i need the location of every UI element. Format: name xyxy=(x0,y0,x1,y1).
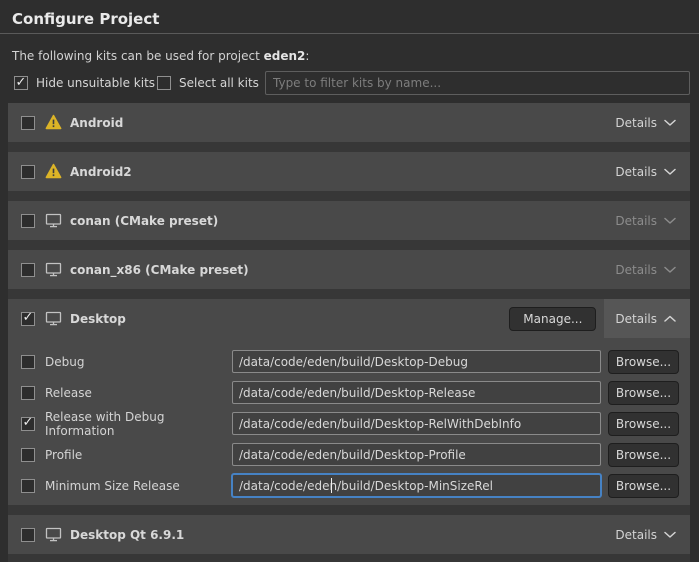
kit-row-conan[interactable]: conan (CMake preset) Details xyxy=(8,201,690,240)
config-label: Debug xyxy=(45,355,232,369)
browse-button[interactable]: Browse... xyxy=(608,443,679,467)
kit-name: Desktop Qt 6.9.1 xyxy=(70,528,184,542)
details-toggle[interactable]: Details xyxy=(604,103,690,142)
kit-section-desktop: ✓ Desktop Manage... Details Debug Browse… xyxy=(8,299,690,505)
check-icon: ✓ xyxy=(23,416,34,429)
details-toggle[interactable]: Details xyxy=(604,515,690,554)
title-divider xyxy=(0,33,699,34)
details-toggle[interactable]: Details xyxy=(604,299,690,338)
text-caret xyxy=(331,478,332,493)
kit-row-conan-x86[interactable]: conan_x86 (CMake preset) Details xyxy=(8,250,690,289)
chevron-up-icon xyxy=(664,315,676,323)
path-field-wrap xyxy=(232,350,601,373)
config-label: Release with Debug Information xyxy=(45,410,232,438)
intro-suffix: : xyxy=(305,49,309,63)
warning-icon xyxy=(45,114,62,131)
select-all-checkbox[interactable] xyxy=(157,76,171,90)
kit-checkbox[interactable] xyxy=(21,214,35,228)
config-checkbox[interactable]: ✓ xyxy=(21,417,35,431)
desktop-monitor-icon xyxy=(45,261,62,278)
kit-checkbox[interactable] xyxy=(21,165,35,179)
kit-checkbox[interactable] xyxy=(21,528,35,542)
hide-unsuitable-label: Hide unsuitable kits xyxy=(36,76,155,90)
config-row-relwithdebinfo: ✓ Release with Debug Information Browse.… xyxy=(21,412,679,435)
project-name: eden2 xyxy=(264,49,306,63)
details-label: Details xyxy=(615,116,657,130)
build-dir-input[interactable] xyxy=(232,381,601,404)
browse-button[interactable]: Browse... xyxy=(608,381,679,405)
build-dir-input[interactable] xyxy=(232,350,601,373)
chevron-down-icon xyxy=(664,266,676,274)
kit-checkbox[interactable]: ✓ xyxy=(21,312,35,326)
desktop-monitor-icon xyxy=(45,526,62,543)
desktop-monitor-icon xyxy=(45,212,62,229)
warning-icon xyxy=(45,163,62,180)
browse-button[interactable]: Browse... xyxy=(608,412,679,436)
build-dir-input[interactable] xyxy=(232,412,601,435)
kit-checkbox[interactable] xyxy=(21,263,35,277)
kit-name: Android xyxy=(70,116,123,130)
browse-button[interactable]: Browse... xyxy=(608,350,679,374)
intro-prefix: The following kits can be used for proje… xyxy=(12,49,264,63)
kit-row-desktop-qt[interactable]: Desktop Qt 6.9.1 Details xyxy=(8,515,690,554)
chevron-down-icon xyxy=(664,217,676,225)
desktop-monitor-icon xyxy=(45,310,62,327)
desktop-build-configs: Debug Browse... Release Browse... ✓ Rele… xyxy=(8,338,690,505)
build-dir-input[interactable] xyxy=(232,443,601,466)
kit-row-desktop[interactable]: ✓ Desktop Manage... Details xyxy=(8,299,690,338)
details-label: Details xyxy=(615,528,657,542)
build-dir-input-focused[interactable] xyxy=(232,474,601,497)
details-label: Details xyxy=(615,263,657,277)
details-toggle[interactable]: Details xyxy=(604,152,690,191)
hide-unsuitable-checkbox[interactable]: ✓ xyxy=(14,76,28,90)
config-row-profile: Profile Browse... xyxy=(21,443,679,466)
hide-unsuitable-kits-checkbox-row[interactable]: ✓ Hide unsuitable kits xyxy=(14,76,155,90)
kit-name: conan (CMake preset) xyxy=(70,214,218,228)
kit-filter-input[interactable] xyxy=(265,71,690,95)
details-label: Details xyxy=(615,165,657,179)
select-all-kits-checkbox-row[interactable]: Select all kits xyxy=(157,76,259,90)
config-checkbox[interactable] xyxy=(21,386,35,400)
details-toggle-disabled: Details xyxy=(604,250,690,289)
kit-list: Android Details Android2 Details conan (… xyxy=(8,103,690,562)
kit-row-android2[interactable]: Android2 Details xyxy=(8,152,690,191)
chevron-down-icon xyxy=(664,119,676,127)
path-field-wrap xyxy=(232,474,601,497)
config-label: Release xyxy=(45,386,232,400)
manage-button[interactable]: Manage... xyxy=(509,307,596,331)
kit-checkbox[interactable] xyxy=(21,116,35,130)
details-label: Details xyxy=(615,312,657,326)
check-icon: ✓ xyxy=(16,76,27,89)
chevron-down-icon xyxy=(664,531,676,539)
path-field-wrap xyxy=(232,412,601,435)
config-label: Minimum Size Release xyxy=(45,479,232,493)
details-label: Details xyxy=(615,214,657,228)
details-toggle-disabled: Details xyxy=(604,201,690,240)
kit-row-android[interactable]: Android Details xyxy=(8,103,690,142)
kit-name: Android2 xyxy=(70,165,132,179)
page-title: Configure Project xyxy=(12,10,159,28)
config-row-minsizerel: Minimum Size Release Browse... xyxy=(21,474,679,497)
intro-text: The following kits can be used for proje… xyxy=(12,49,309,63)
config-row-debug: Debug Browse... xyxy=(21,350,679,373)
config-checkbox[interactable] xyxy=(21,479,35,493)
config-checkbox[interactable] xyxy=(21,355,35,369)
browse-button[interactable]: Browse... xyxy=(608,474,679,498)
kit-name: conan_x86 (CMake preset) xyxy=(70,263,249,277)
path-field-wrap xyxy=(232,381,601,404)
config-row-release: Release Browse... xyxy=(21,381,679,404)
chevron-down-icon xyxy=(664,168,676,176)
select-all-label: Select all kits xyxy=(179,76,259,90)
config-checkbox[interactable] xyxy=(21,448,35,462)
config-label: Profile xyxy=(45,448,232,462)
check-icon: ✓ xyxy=(23,311,34,324)
kit-name: Desktop xyxy=(70,312,126,326)
path-field-wrap xyxy=(232,443,601,466)
